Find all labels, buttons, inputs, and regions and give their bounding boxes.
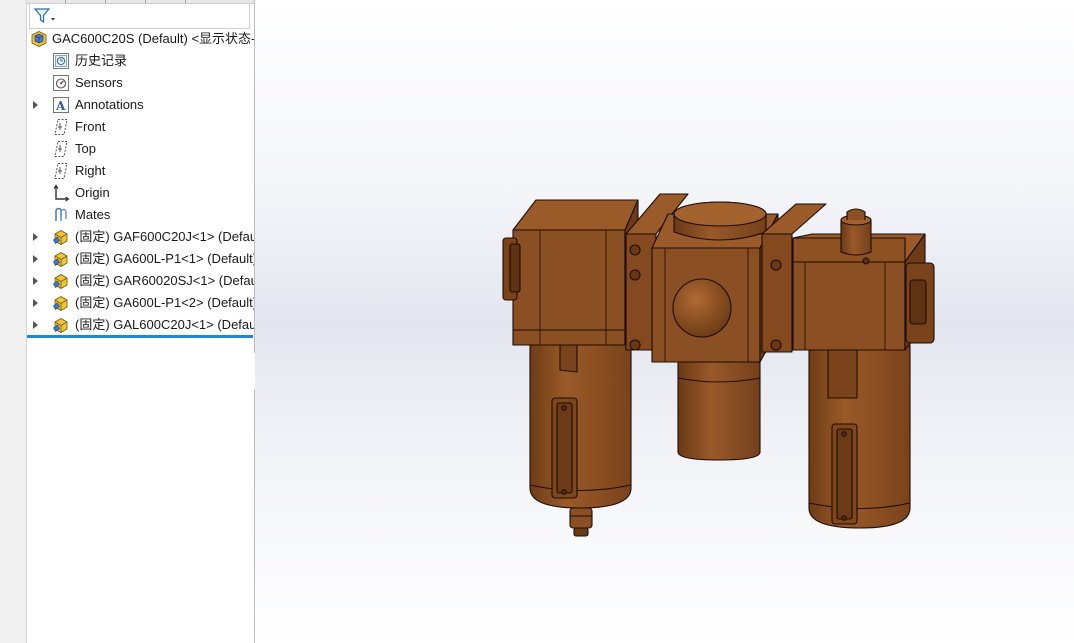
tree-item-top-plane[interactable]: Top — [27, 138, 254, 160]
filter-head — [502, 199, 639, 346]
annotations-icon: A — [53, 97, 69, 113]
expand-arrow-icon[interactable] — [33, 277, 38, 285]
origin-icon — [53, 184, 70, 202]
lubricator-head — [792, 208, 935, 351]
tree-item-label: (固定) GA600L-P1<1> (Default) — [75, 251, 255, 266]
tree-item-part[interactable]: (固定) GAR60020SJ<1> (Default — [27, 270, 254, 292]
plane-icon — [54, 163, 68, 179]
tree-item-sensors[interactable]: Sensors — [27, 72, 254, 94]
left-toolbar-strip — [0, 0, 27, 643]
assembly-icon — [31, 31, 47, 47]
tree-item-label: Sensors — [75, 75, 123, 90]
plane-icon — [54, 119, 68, 135]
tree-item-label: 历史记录 — [75, 53, 128, 68]
tree-item-mates[interactable]: Mates — [27, 204, 254, 226]
part-icon — [53, 274, 68, 289]
part-icon — [53, 230, 68, 245]
tree-item-label: Mates — [75, 207, 111, 222]
tree-root-assembly[interactable]: GAC600C20S (Default) <显示状态-1 — [27, 28, 254, 50]
part-icon — [53, 296, 68, 311]
tree-item-front-plane[interactable]: Front — [27, 116, 254, 138]
feature-manager-panel: GAC600C20S (Default) <显示状态-1 历史记录 Sensor… — [27, 0, 255, 643]
filter-bowl — [529, 339, 632, 537]
funnel-icon — [33, 8, 55, 24]
expand-arrow-icon[interactable] — [33, 233, 38, 241]
history-icon — [53, 53, 69, 69]
feature-tree: GAC600C20S (Default) <显示状态-1 历史记录 Sensor… — [27, 28, 254, 336]
tree-item-history[interactable]: 历史记录 — [27, 50, 254, 72]
tree-item-label: Top — [75, 141, 96, 156]
regulator-head — [651, 201, 779, 363]
part-icon — [53, 318, 68, 333]
expand-arrow-icon[interactable] — [33, 101, 38, 109]
part-icon — [53, 252, 68, 267]
plane-icon — [54, 141, 68, 157]
tree-item-part[interactable]: (固定) GA600L-P1<1> (Default) — [27, 248, 254, 270]
tree-item-label: Origin — [75, 185, 110, 200]
tree-item-part[interactable]: (固定) GAF600C20J<1> (Default — [27, 226, 254, 248]
tree-item-annotations[interactable]: A Annotations — [27, 94, 254, 116]
expand-arrow-icon[interactable] — [33, 321, 38, 329]
filter-bar[interactable] — [29, 3, 250, 29]
tree-item-label: GAC600C20S (Default) <显示状态-1 — [52, 31, 255, 46]
tree-item-label: Right — [75, 163, 106, 178]
tree-item-label: (固定) GAF600C20J<1> (Default — [75, 229, 255, 244]
svg-text:A: A — [55, 99, 66, 113]
graphics-viewport[interactable] — [255, 0, 1074, 643]
tree-item-part[interactable]: (固定) GA600L-P1<2> (Default) — [27, 292, 254, 314]
regulator-bonnet — [677, 354, 761, 461]
lubricator-bowl — [808, 344, 911, 529]
tree-item-part[interactable]: (固定) GAL600C20J<1> (Defaul — [27, 314, 254, 336]
tree-item-origin[interactable]: Origin — [27, 182, 254, 204]
tree-item-label: Annotations — [75, 97, 144, 112]
rollback-bar[interactable] — [27, 335, 253, 338]
mates-icon — [55, 207, 67, 221]
sensors-icon — [53, 75, 69, 91]
tree-item-label: (固定) GAL600C20J<1> (Defaul — [75, 317, 255, 332]
expand-arrow-icon[interactable] — [33, 255, 38, 263]
tree-item-label: (固定) GA600L-P1<2> (Default) — [75, 295, 255, 310]
expand-arrow-icon[interactable] — [33, 299, 38, 307]
tree-item-label: (固定) GAR60020SJ<1> (Default — [75, 273, 255, 288]
tree-item-label: Front — [75, 119, 106, 134]
filter-button[interactable] — [32, 6, 60, 26]
tree-item-right-plane[interactable]: Right — [27, 160, 254, 182]
frl-assembly-model[interactable] — [255, 0, 1074, 643]
